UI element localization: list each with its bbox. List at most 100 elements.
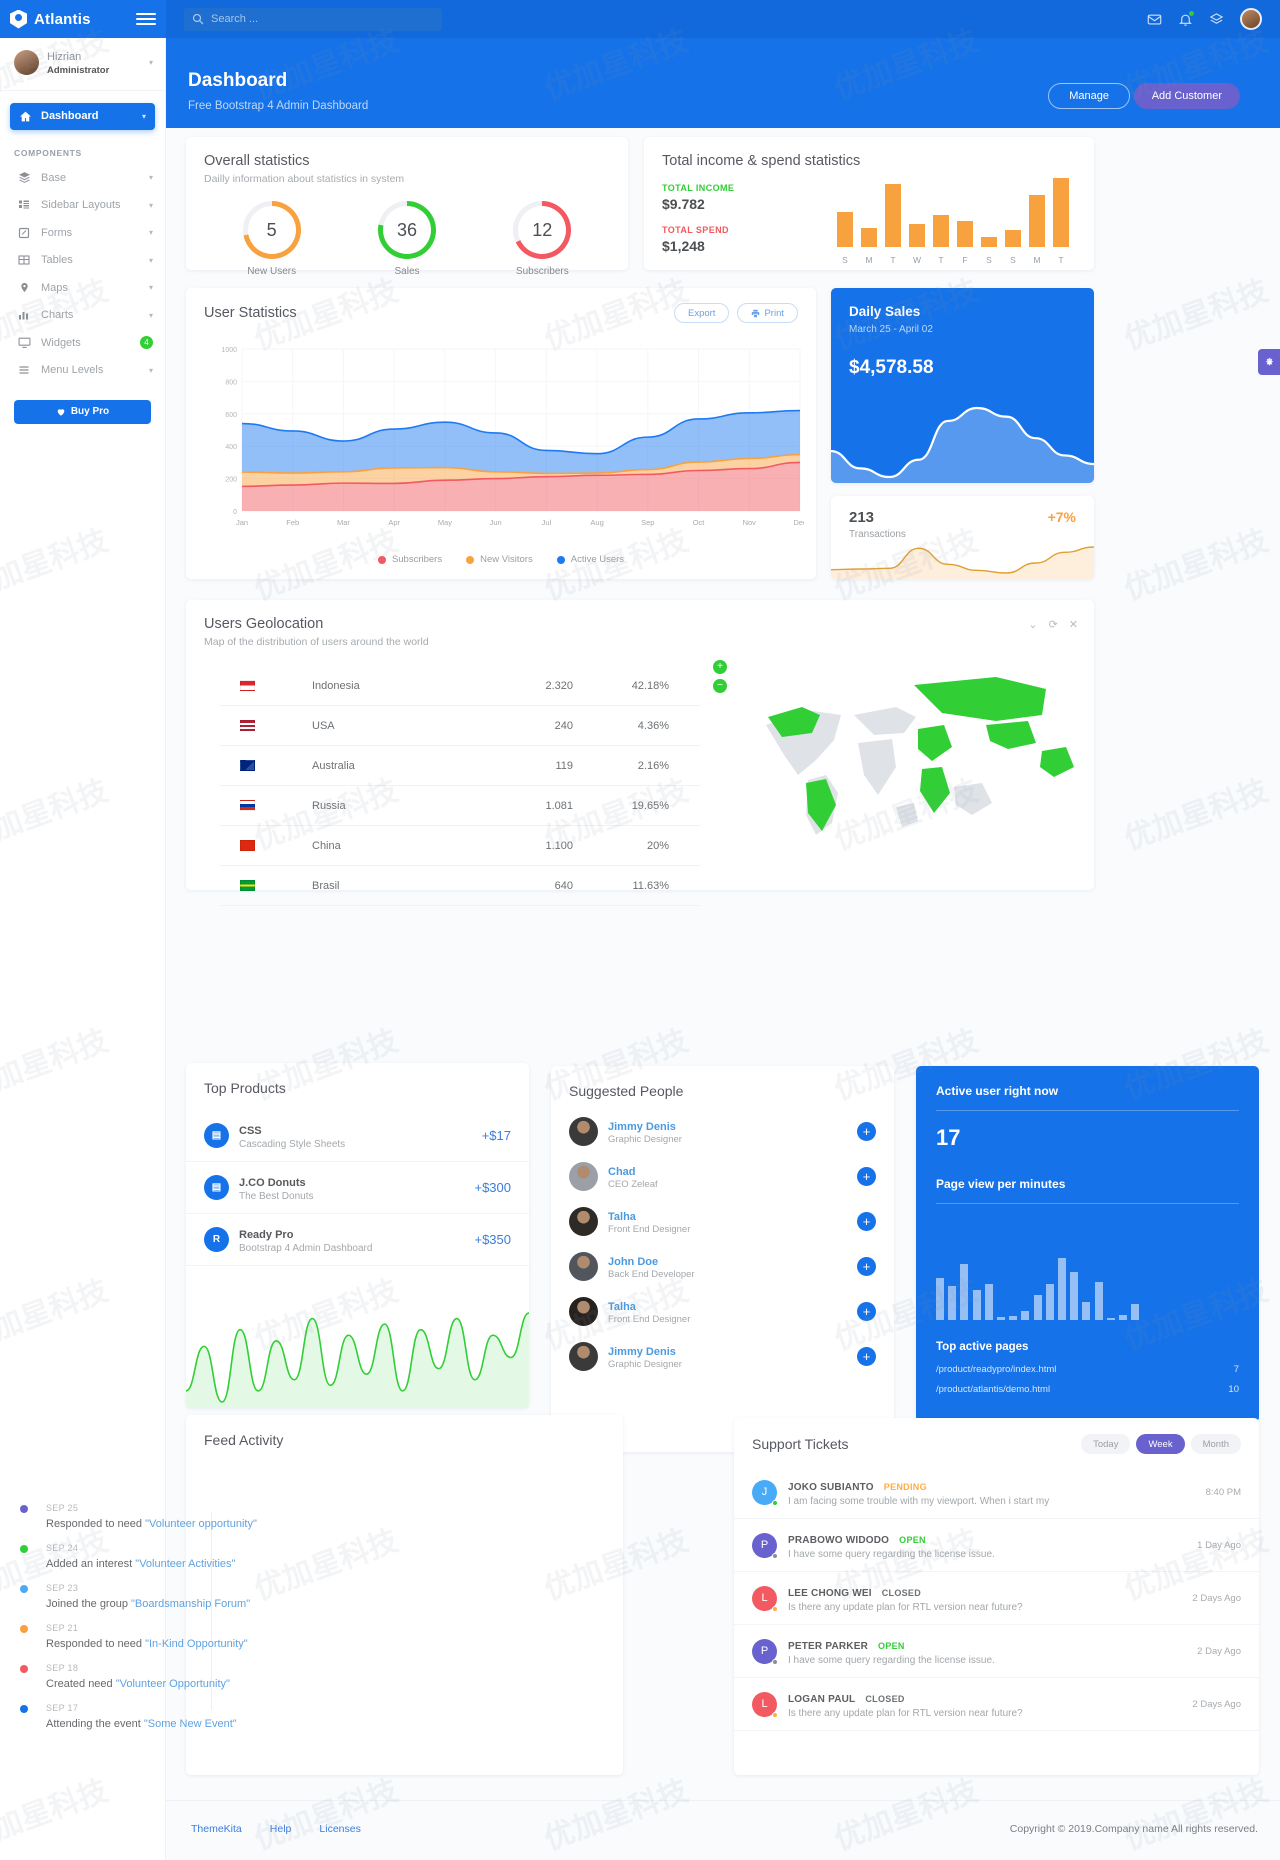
plus-icon[interactable]: + — [857, 1302, 876, 1321]
table-row[interactable]: Russia 1.081 19.65% — [220, 786, 700, 826]
gear-icon[interactable] — [1258, 349, 1280, 375]
add-customer-button[interactable]: Add Customer — [1133, 83, 1240, 109]
layers-icon[interactable] — [1209, 12, 1224, 27]
footer-link-themekita[interactable]: ThemeKita — [191, 1823, 242, 1835]
list-item[interactable]: R Ready Pro Bootstrap 4 Admin Dashboard +$3… — [186, 1214, 529, 1266]
sidebar-item-tables[interactable]: Tables ▾ — [0, 246, 165, 274]
footer-link-help[interactable]: Help — [270, 1823, 292, 1835]
plus-icon[interactable]: + — [857, 1347, 876, 1366]
envelope-icon[interactable] — [1147, 12, 1162, 27]
suggested-people-card: Suggested People Jimmy Denis Graphic Desi… — [551, 1066, 894, 1452]
feed-link[interactable]: "Volunteer Opportunity" — [116, 1678, 230, 1690]
chevron-down-icon[interactable]: ▾ — [149, 283, 153, 292]
list-item[interactable]: Jimmy Denis Graphic Designer + — [551, 1334, 894, 1379]
country-name: China — [312, 839, 341, 852]
notification-dot — [1188, 9, 1195, 17]
footer-link-licenses[interactable]: Licenses — [319, 1823, 360, 1835]
close-icon[interactable]: ✕ — [1069, 618, 1078, 631]
map-zoom-in-button[interactable]: + — [713, 660, 727, 674]
export-button[interactable]: Export — [673, 303, 730, 323]
donut-gauge: 5 — [242, 201, 301, 259]
list-item[interactable]: Chad CEO Zeleaf + — [551, 1154, 894, 1199]
bar — [1058, 1258, 1066, 1320]
table-row[interactable]: China 1.100 20% — [220, 826, 700, 866]
person-name[interactable]: Jimmy Denis — [608, 1346, 676, 1358]
table-row[interactable]: P PETER PARKER OPEN I have some query regar… — [734, 1625, 1259, 1678]
sidebar-item-maps[interactable]: Maps ▾ — [0, 274, 165, 302]
bar — [960, 1264, 969, 1320]
sidebar-item-forms[interactable]: Forms ▾ — [0, 219, 165, 247]
feed-date: SEP 18 — [46, 1663, 79, 1673]
list-item[interactable]: ▤ CSS Cascading Style Sheets +$17 — [186, 1110, 529, 1162]
feed-link[interactable]: "Volunteer opportunity" — [145, 1518, 257, 1530]
copyright-text: Copyright © 2019.Company name All rights… — [1009, 1823, 1258, 1835]
chevron-down-icon[interactable]: ▾ — [149, 58, 153, 67]
bell-icon[interactable] — [1178, 9, 1195, 27]
feed-activity-card: Feed Activity — [186, 1415, 623, 1775]
refresh-icon[interactable]: ⟳ — [1049, 618, 1058, 631]
page-views: 10 — [1228, 1384, 1239, 1395]
table-row[interactable]: L LOGAN PAUL CLOSED Is there any update pla… — [734, 1678, 1259, 1731]
sidebar-item-menu-levels[interactable]: Menu Levels ▾ — [0, 356, 165, 384]
list-item[interactable]: Talha Front End Designer + — [551, 1199, 894, 1244]
search-input[interactable] — [211, 13, 434, 25]
brand-logo-zone[interactable]: Atlantis — [0, 0, 166, 38]
status-badge: PENDING — [883, 1481, 927, 1492]
pencil-square-icon — [17, 227, 31, 239]
chevron-down-icon[interactable]: ▾ — [149, 173, 153, 182]
sidebar-item-dashboard[interactable]: Dashboard ▾ — [10, 102, 155, 130]
chevron-down-icon[interactable]: ▾ — [149, 366, 153, 375]
top-page-row[interactable]: /product/readypro/index.html 7 — [936, 1364, 1239, 1375]
table-row[interactable]: Indonesia 2.320 42.18% — [220, 666, 700, 706]
plus-icon[interactable]: + — [857, 1212, 876, 1231]
sidebar-item-sidebar-layouts[interactable]: Sidebar Layouts ▾ — [0, 191, 165, 219]
table-row[interactable]: Australia 119 2.16% — [220, 746, 700, 786]
chevron-down-icon[interactable]: ▾ — [149, 201, 153, 210]
plus-icon[interactable]: + — [857, 1167, 876, 1186]
buy-pro-button[interactable]: Buy Pro — [14, 399, 151, 424]
table-row[interactable]: Brasil 640 11.63% — [220, 866, 700, 906]
person-name[interactable]: Talha — [608, 1211, 636, 1223]
list-item[interactable]: Talha Front End Designer + — [551, 1289, 894, 1334]
avatar[interactable] — [1240, 8, 1262, 30]
tab-today[interactable]: Today — [1081, 1434, 1131, 1454]
person-name[interactable]: Chad — [608, 1166, 636, 1178]
table-row[interactable]: P PRABOWO WIDODO OPEN I have some query reg… — [734, 1519, 1259, 1572]
manage-button[interactable]: Manage — [1048, 83, 1130, 109]
chevron-down-icon[interactable]: ⌄ — [1028, 618, 1037, 631]
bar — [1131, 1304, 1140, 1320]
feed-link[interactable]: "Boardsmanship Forum" — [131, 1598, 250, 1610]
timeline-dot — [20, 1585, 28, 1593]
sidebar-item-base[interactable]: Base ▾ — [0, 164, 165, 192]
world-map[interactable] — [746, 655, 1086, 845]
hamburger-icon[interactable] — [136, 13, 156, 25]
chevron-down-icon[interactable]: ▾ — [149, 311, 153, 320]
feed-link[interactable]: "Volunteer Activities" — [135, 1558, 235, 1570]
table-row[interactable]: L LEE CHONG WEI CLOSED Is there any update … — [734, 1572, 1259, 1625]
list-item[interactable]: John Doe Back End Developer + — [551, 1244, 894, 1289]
plus-icon[interactable]: + — [857, 1257, 876, 1276]
chevron-down-icon[interactable]: ▾ — [142, 112, 146, 121]
feed-link[interactable]: "In-Kind Opportunity" — [145, 1638, 248, 1650]
top-page-row[interactable]: /product/atlantis/demo.html 10 — [936, 1384, 1239, 1395]
tab-week[interactable]: Week — [1136, 1434, 1185, 1454]
table-row[interactable]: J JOKO SUBIANTO PENDING I am facing some tr… — [734, 1466, 1259, 1519]
person-name[interactable]: John Doe — [608, 1256, 658, 1268]
map-zoom-out-button[interactable]: − — [713, 679, 727, 693]
person-name[interactable]: Jimmy Denis — [608, 1121, 676, 1133]
sidebar-profile[interactable]: Hizrian Administrator ▾ — [0, 38, 165, 91]
sidebar-item-charts[interactable]: Charts ▾ — [0, 301, 165, 329]
sidebar-item-widgets[interactable]: Widgets 4 — [0, 329, 165, 357]
chevron-down-icon[interactable]: ▾ — [149, 256, 153, 265]
tab-month[interactable]: Month — [1190, 1434, 1241, 1454]
list-item[interactable]: Jimmy Denis Graphic Designer + — [551, 1109, 894, 1154]
feed-link[interactable]: "Some New Event" — [144, 1718, 237, 1730]
plus-icon[interactable]: + — [857, 1122, 876, 1141]
person-name[interactable]: Talha — [608, 1301, 636, 1313]
search-box[interactable] — [184, 7, 442, 31]
chevron-down-icon[interactable]: ▾ — [149, 228, 153, 237]
print-button[interactable]: Print — [737, 303, 798, 323]
user-count: 1.100 — [545, 839, 573, 852]
list-item[interactable]: ▤ J.CO Donuts The Best Donuts +$300 — [186, 1162, 529, 1214]
table-row[interactable]: USA 240 4.36% — [220, 706, 700, 746]
